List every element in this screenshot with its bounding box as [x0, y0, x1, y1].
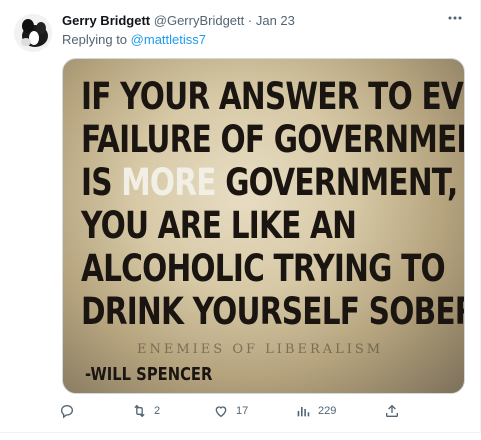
quote-highlight-word: MORE	[121, 161, 216, 204]
quote-line-4: YOU ARE LIKE AN	[81, 204, 357, 247]
replying-to: Replying to @mattletiss7	[62, 32, 206, 48]
quote-line-5: ALCOHOLIC TRYING TO	[81, 247, 446, 290]
reply-button[interactable]	[58, 400, 82, 422]
quote-line-6: DRINK YOURSELF SOBER.	[81, 290, 465, 333]
separator: ·	[247, 13, 253, 28]
quote-line-3-rest: GOVERNMENT,	[225, 161, 458, 204]
tweet-header: Gerry Bridgett @GerryBridgett · Jan 23	[62, 12, 464, 30]
views-count: 229	[318, 405, 337, 417]
quote-author: -WILL SPENCER	[85, 364, 213, 385]
quote-line-3: IS MORE GOVERNMENT,	[81, 161, 458, 204]
replying-mention[interactable]: @mattletiss7	[131, 32, 206, 47]
retweet-count: 2	[154, 405, 161, 417]
avatar-image	[14, 14, 52, 52]
like-button[interactable]: 17	[212, 400, 248, 422]
tweet-image[interactable]: IF YOUR ANSWER TO EVERY FAILURE OF GOVER…	[62, 58, 465, 394]
quote-line-2: FAILURE OF GOVERNMENT	[81, 118, 465, 161]
quote-line-3-prefix: IS	[81, 161, 122, 204]
avatar[interactable]	[14, 14, 52, 52]
like-count: 17	[236, 405, 249, 417]
views-button[interactable]: 229	[294, 400, 336, 422]
next-tweet-edge	[0, 432, 481, 440]
quote-text: IF YOUR ANSWER TO EVERY FAILURE OF GOVER…	[81, 75, 465, 333]
watermark: ENEMIES OF LIBERALISM	[137, 342, 384, 357]
views-icon	[294, 402, 312, 420]
retweet-button[interactable]: 2	[130, 400, 160, 422]
timestamp[interactable]: Jan 23	[256, 13, 295, 28]
reply-icon	[58, 402, 76, 420]
display-name[interactable]: Gerry Bridgett	[62, 13, 150, 28]
quote-line-1: IF YOUR ANSWER TO EVERY	[81, 75, 464, 118]
more-dots-icon[interactable]	[444, 11, 466, 29]
retweet-icon	[130, 402, 148, 420]
share-icon	[383, 402, 401, 420]
share-button[interactable]	[383, 400, 407, 422]
heart-icon	[212, 402, 230, 420]
replying-prefix: Replying to	[62, 32, 128, 47]
action-bar: 2 17 229	[58, 400, 418, 422]
tweet[interactable]: Gerry Bridgett @GerryBridgett · Jan 23 R…	[0, 0, 481, 440]
handle[interactable]: @GerryBridgett	[154, 13, 245, 28]
